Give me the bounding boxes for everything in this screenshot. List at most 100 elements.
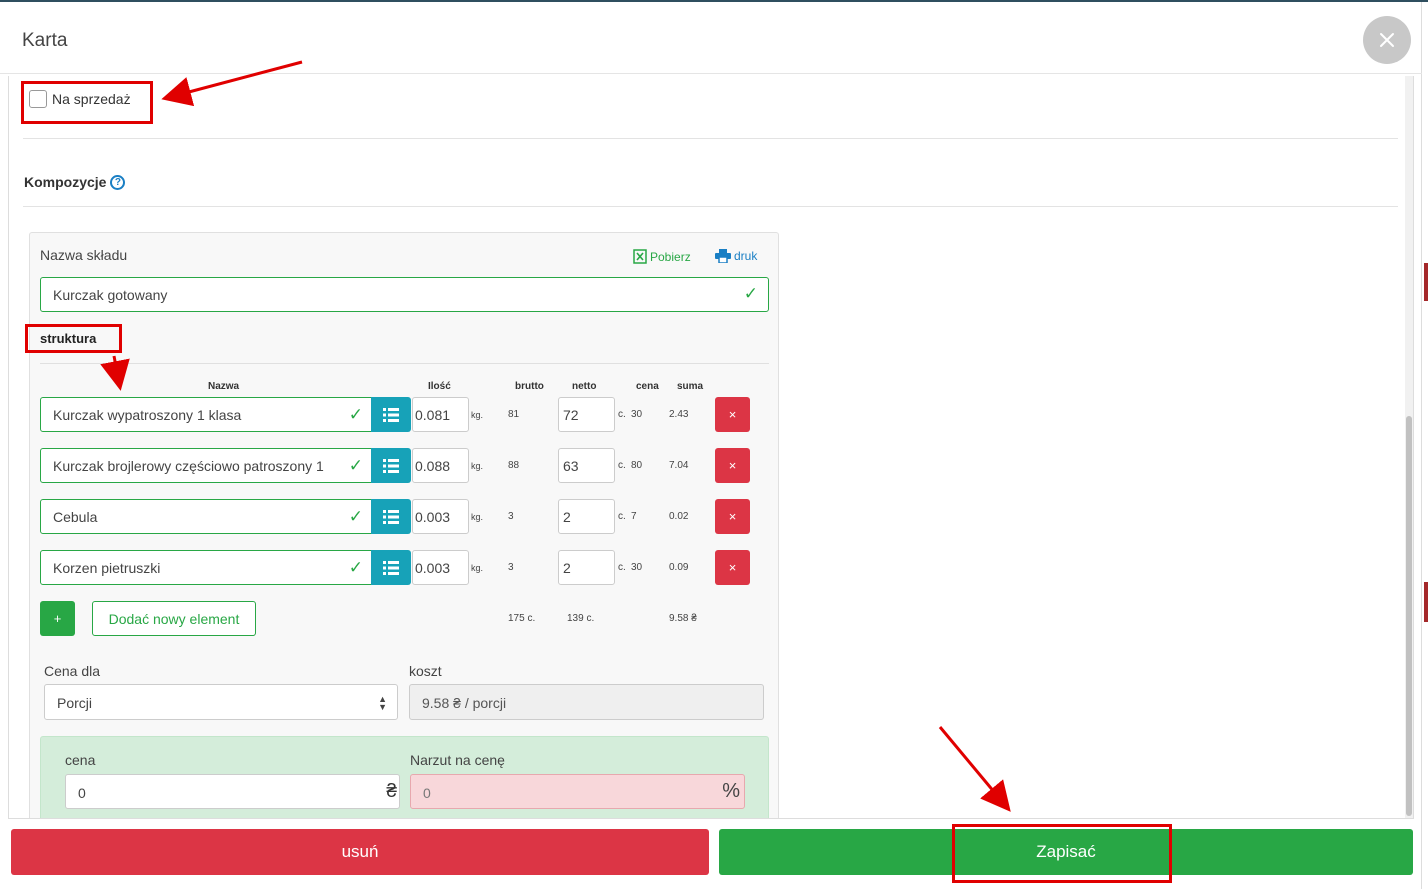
brutto-value: 3 xyxy=(508,562,514,573)
brutto-value: 3 xyxy=(508,511,514,522)
select-arrows-icon: ▲ ▼ xyxy=(378,694,387,712)
list-icon xyxy=(383,458,399,473)
markup-input[interactable]: 0 % xyxy=(410,774,745,809)
price-value: 7 xyxy=(631,511,637,522)
price-input[interactable]: 0 ₴ xyxy=(65,774,400,809)
ingredient-row: Kurczak brojlerowy częściowo patroszony … xyxy=(40,448,770,484)
divider xyxy=(23,138,1398,139)
ingredient-row: Kurczak wypatroszony 1 klasa ✓ 0.081 kg. … xyxy=(40,397,770,433)
price-value: 80 xyxy=(631,460,643,471)
brutto-value: 88 xyxy=(508,460,520,471)
quantity-input[interactable]: 0.003 xyxy=(412,550,469,585)
composition-panel: Nazwa składu Pobierz druk Kurczak gotowa… xyxy=(29,232,779,818)
check-icon: ✓ xyxy=(348,558,363,577)
sum-value: 0.09 xyxy=(669,562,689,573)
ingredient-row: Cebula ✓ 0.003 kg. 3 2 с. 7 0.02 × xyxy=(40,499,770,535)
netto-input[interactable]: 2 xyxy=(558,550,615,585)
quantity-input[interactable]: 0.081 xyxy=(412,397,469,432)
divider xyxy=(40,363,769,364)
price-for-select[interactable]: Porcji ▲ ▼ xyxy=(44,684,398,720)
price-value: 30 xyxy=(631,409,643,420)
ingredient-name-input[interactable]: Cebula ✓ xyxy=(40,499,372,534)
list-icon xyxy=(383,407,399,422)
remove-icon: × xyxy=(728,458,737,473)
modal-header: Karta xyxy=(0,2,1422,74)
list-icon xyxy=(383,560,399,575)
sum-value: 7.04 xyxy=(669,460,689,471)
col-header-sum: suma xyxy=(677,381,704,392)
scrollbar-thumb[interactable] xyxy=(1406,416,1412,816)
quantity-input[interactable]: 0.088 xyxy=(412,448,469,483)
delete-button[interactable]: usuń xyxy=(11,829,709,875)
price-value: 0 xyxy=(78,785,86,801)
price-for-value: Porcji xyxy=(57,695,93,711)
download-button[interactable]: Pobierz xyxy=(633,249,691,264)
ingredient-list-button[interactable] xyxy=(371,550,411,585)
structure-label: struktura xyxy=(40,331,97,346)
modal-title: Karta xyxy=(22,30,68,51)
ingredient-row: Korzen pietruszki ✓ 0.003 kg. 3 2 с. 30 0… xyxy=(40,550,770,586)
ingredient-name: Kurczak wypatroszony 1 klasa xyxy=(53,407,242,423)
ingredient-name: Kurczak brojlerowy częściowo patroszony … xyxy=(53,458,324,474)
netto-unit: с. xyxy=(618,409,626,420)
printer-icon xyxy=(715,249,731,263)
background-edge xyxy=(1424,263,1428,301)
markup-label: Narzut na cenę xyxy=(410,752,505,768)
check-icon: ✓ xyxy=(348,405,363,424)
save-button[interactable]: Zapisać xyxy=(719,829,1413,875)
modal-dialog: Karta Na sprzedaż Kompozycje ? Nazwa skł… xyxy=(0,2,1422,889)
composition-name-value: Kurczak gotowany xyxy=(53,287,168,303)
brutto-value: 81 xyxy=(508,409,520,420)
netto-unit: с. xyxy=(618,511,626,522)
for-sale-checkbox[interactable] xyxy=(29,90,47,108)
unit-label: kg. xyxy=(471,563,484,573)
for-sale-label[interactable]: Na sprzedaż xyxy=(52,91,131,107)
check-icon: ✓ xyxy=(348,507,363,526)
total-sum: 9.58 ₴ xyxy=(669,613,697,624)
price-label: cena xyxy=(65,752,96,768)
netto-input[interactable]: 63 xyxy=(558,448,615,483)
sum-value: 0.02 xyxy=(669,511,689,522)
ingredient-name-input[interactable]: Korzen pietruszki ✓ xyxy=(40,550,372,585)
modal-body[interactable]: Na sprzedaż Kompozycje ? Nazwa składu Po… xyxy=(8,76,1414,819)
remove-ingredient-button[interactable]: × xyxy=(715,397,750,432)
col-header-brutto: brutto xyxy=(515,381,544,392)
close-button[interactable] xyxy=(1363,16,1411,64)
for-sale-row: Na sprzedaż xyxy=(29,90,131,108)
netto-input[interactable]: 72 xyxy=(558,397,615,432)
print-button[interactable]: druk xyxy=(715,249,757,263)
ingredient-name-input[interactable]: Kurczak wypatroszony 1 klasa ✓ xyxy=(40,397,372,432)
check-icon: ✓ xyxy=(743,284,758,303)
close-icon xyxy=(1380,33,1394,47)
ingredient-list-button[interactable] xyxy=(371,499,411,534)
divider xyxy=(23,206,1398,207)
ingredient-list-button[interactable] xyxy=(371,397,411,432)
remove-ingredient-button[interactable]: × xyxy=(715,550,750,585)
ingredient-name-input[interactable]: Kurczak brojlerowy częściowo patroszony … xyxy=(40,448,372,483)
quantity-input[interactable]: 0.003 xyxy=(412,499,469,534)
scrollbar[interactable] xyxy=(1405,76,1413,818)
add-plus-button[interactable]: + xyxy=(40,601,75,636)
ingredient-name: Korzen pietruszki xyxy=(53,560,161,576)
excel-icon xyxy=(633,249,647,264)
col-header-qty: Ilość xyxy=(428,381,451,392)
composition-name-input[interactable]: Kurczak gotowany ✓ xyxy=(40,277,769,312)
add-new-element-button[interactable]: Dodać nowy element xyxy=(92,601,256,636)
help-icon[interactable]: ? xyxy=(110,174,126,190)
ingredient-name: Cebula xyxy=(53,509,98,525)
total-brutto: 175 с. xyxy=(508,613,536,624)
ingredient-list-button[interactable] xyxy=(371,448,411,483)
print-label: druk xyxy=(734,249,758,263)
col-header-price: cena xyxy=(636,381,659,392)
total-netto: 139 с. xyxy=(567,613,595,624)
remove-ingredient-button[interactable]: × xyxy=(715,499,750,534)
col-header-name: Nazwa xyxy=(208,381,240,392)
netto-unit: с. xyxy=(618,460,626,471)
check-icon: ✓ xyxy=(348,456,363,475)
hryvnia-icon: ₴ xyxy=(386,781,397,802)
remove-icon: × xyxy=(728,560,737,575)
remove-ingredient-button[interactable]: × xyxy=(715,448,750,483)
remove-icon: × xyxy=(728,407,737,422)
percent-icon: % xyxy=(722,780,740,802)
netto-input[interactable]: 2 xyxy=(558,499,615,534)
